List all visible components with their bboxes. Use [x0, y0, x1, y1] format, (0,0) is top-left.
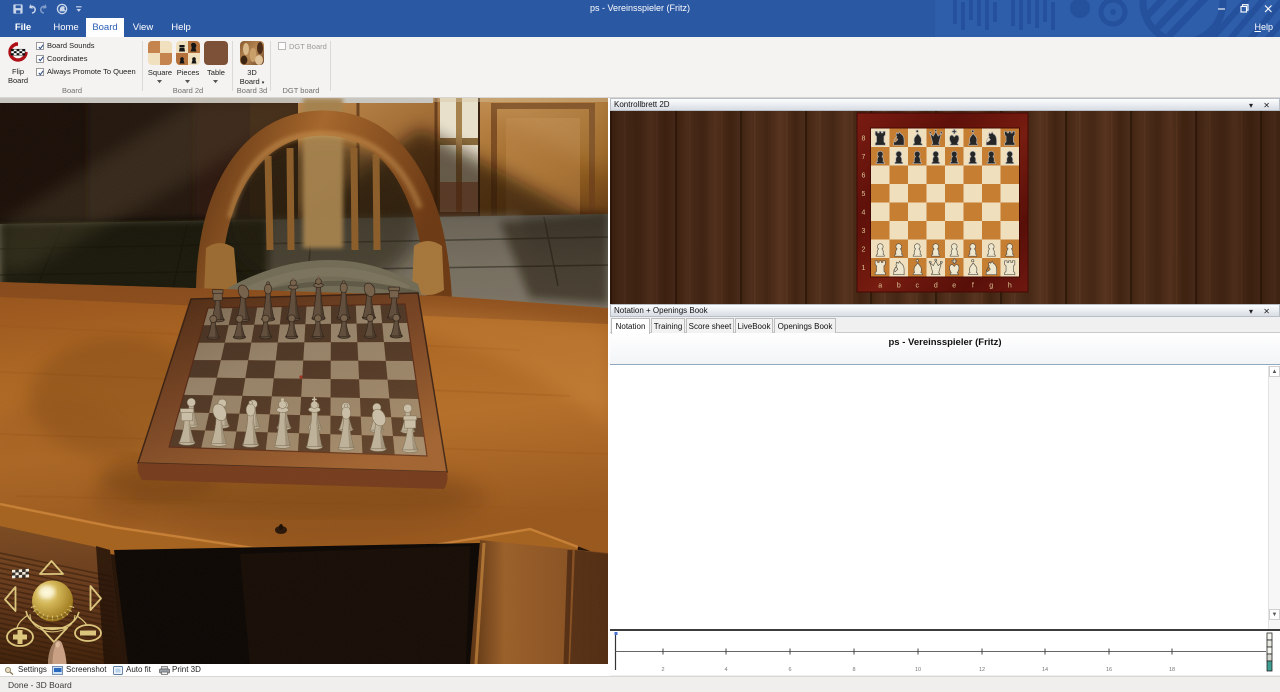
svg-text:5: 5 — [862, 191, 866, 198]
svg-text:8: 8 — [862, 136, 866, 143]
svg-text:d: d — [934, 283, 938, 290]
svg-text:6: 6 — [862, 173, 866, 180]
svg-text:a: a — [878, 283, 882, 290]
svg-text:f: f — [972, 283, 974, 290]
svg-text:10: 10 — [915, 667, 921, 673]
svg-text:6: 6 — [788, 667, 791, 673]
svg-text:g: g — [989, 283, 993, 290]
svg-text:b: b — [897, 283, 901, 290]
svg-text:4: 4 — [862, 210, 866, 217]
svg-text:8: 8 — [852, 667, 855, 673]
svg-text:e: e — [952, 283, 956, 290]
svg-text:18: 18 — [1169, 667, 1175, 673]
svg-text:c: c — [915, 283, 919, 290]
svg-text:12: 12 — [979, 667, 985, 673]
svg-text:2: 2 — [862, 247, 866, 254]
svg-text:h: h — [1008, 283, 1012, 290]
svg-text:1: 1 — [862, 265, 866, 272]
svg-text:2: 2 — [661, 667, 664, 673]
svg-text:7: 7 — [862, 154, 866, 161]
svg-text:3: 3 — [862, 228, 866, 235]
svg-text:4: 4 — [724, 667, 727, 673]
svg-text:14: 14 — [1042, 667, 1048, 673]
svg-text:16: 16 — [1106, 667, 1112, 673]
